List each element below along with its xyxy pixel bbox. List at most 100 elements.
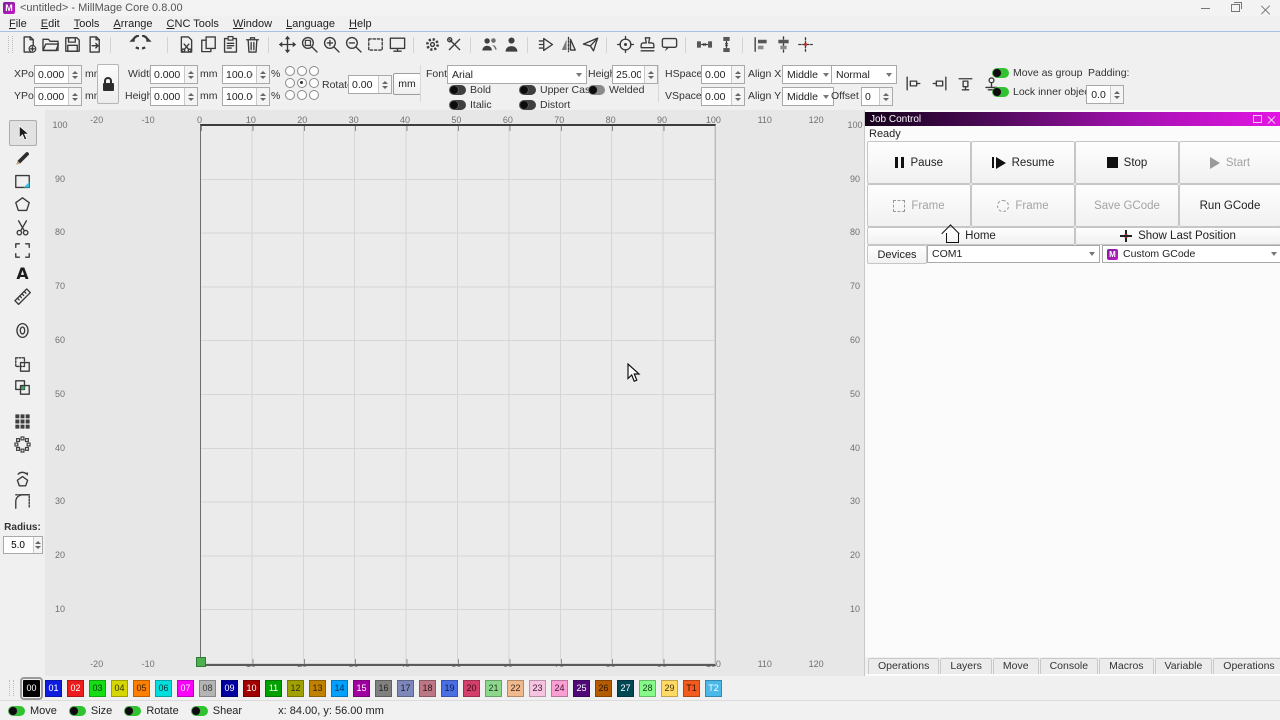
- zoom-in-button[interactable]: [320, 34, 342, 56]
- distribute-h-button[interactable]: [693, 34, 715, 56]
- palette-swatch[interactable]: 06: [155, 680, 172, 697]
- palette-grip[interactable]: [9, 680, 14, 696]
- palette-swatch[interactable]: 08: [199, 680, 216, 697]
- import-file-button[interactable]: [83, 34, 105, 56]
- com-port-select[interactable]: COM1: [927, 245, 1100, 263]
- boolean-tool[interactable]: [11, 377, 35, 398]
- palette-swatch[interactable]: 26: [595, 680, 612, 697]
- position-cross-button[interactable]: [794, 34, 816, 56]
- palette-swatch[interactable]: 16: [375, 680, 392, 697]
- welded-toggle[interactable]: [588, 85, 605, 95]
- panel-tab[interactable]: Operations: [868, 658, 939, 674]
- zoom-selection-button[interactable]: [298, 34, 320, 56]
- menu-item[interactable]: CNC Tools: [160, 18, 226, 30]
- distribute-v-button[interactable]: [715, 34, 737, 56]
- palette-swatch[interactable]: 29: [661, 680, 678, 697]
- font-select[interactable]: Arial: [447, 65, 587, 84]
- undo-button[interactable]: [118, 34, 140, 56]
- bold-toggle[interactable]: [449, 85, 466, 95]
- menu-item[interactable]: Window: [226, 18, 279, 30]
- palette-swatch[interactable]: 00: [23, 680, 40, 697]
- origin-button[interactable]: [614, 34, 636, 56]
- show-last-position-button[interactable]: Show Last Position: [1075, 227, 1280, 245]
- measure-tool[interactable]: [11, 286, 35, 307]
- status-toggle-item[interactable]: Rotate: [124, 705, 178, 717]
- palette-swatch[interactable]: 27: [617, 680, 634, 697]
- panel-tab[interactable]: Operations Library: [1213, 658, 1280, 674]
- grid-array-tool[interactable]: [11, 411, 35, 432]
- ungroup-button[interactable]: [500, 34, 522, 56]
- panel-close-icon[interactable]: [1267, 115, 1275, 123]
- palette-swatch[interactable]: 18: [419, 680, 436, 697]
- height-pct-spinner[interactable]: [256, 88, 269, 105]
- padding-field[interactable]: [1086, 85, 1124, 104]
- copy-button[interactable]: [197, 34, 219, 56]
- palette-swatch[interactable]: 24: [551, 680, 568, 697]
- panel-tab[interactable]: Move: [993, 658, 1039, 674]
- design-canvas[interactable]: -20-100102030405060708090100110120 -20-1…: [45, 110, 864, 676]
- stop-button[interactable]: Stop: [1075, 141, 1179, 184]
- push-left-button[interactable]: [903, 73, 923, 93]
- alignx-select[interactable]: Middle: [782, 65, 834, 84]
- paste-button[interactable]: [219, 34, 241, 56]
- menu-item[interactable]: Help: [342, 18, 379, 30]
- vspace-spinner[interactable]: [731, 88, 744, 105]
- menu-item[interactable]: Tools: [67, 18, 107, 30]
- devices-button[interactable]: Devices: [867, 245, 927, 264]
- work-area[interactable]: [200, 124, 716, 666]
- radius-spinner[interactable]: [33, 537, 42, 553]
- palette-swatch[interactable]: 25: [573, 680, 590, 697]
- node-edit-tool[interactable]: [11, 217, 35, 238]
- rotate-field[interactable]: [348, 75, 392, 94]
- palette-swatch[interactable]: 01: [45, 680, 62, 697]
- palette-swatch[interactable]: 11: [265, 680, 282, 697]
- redo-button[interactable]: [140, 34, 162, 56]
- menu-item[interactable]: Edit: [34, 18, 67, 30]
- offset-spinner[interactable]: [879, 88, 892, 105]
- frame-rect-button[interactable]: Frame: [867, 184, 971, 227]
- corner-radius-tool[interactable]: [11, 491, 35, 512]
- anchor-grid[interactable]: [285, 66, 317, 98]
- italic-toggle[interactable]: [449, 100, 466, 110]
- cut-button[interactable]: [175, 34, 197, 56]
- width-spinner[interactable]: [184, 66, 197, 83]
- distort-toggle[interactable]: [519, 100, 536, 110]
- palette-swatch[interactable]: 23: [529, 680, 546, 697]
- menu-item[interactable]: File: [2, 18, 34, 30]
- palette-swatch[interactable]: 03: [89, 680, 106, 697]
- zoom-out-button[interactable]: [342, 34, 364, 56]
- save-file-button[interactable]: [61, 34, 83, 56]
- palette-swatch[interactable]: 13: [309, 680, 326, 697]
- height-spinner[interactable]: [184, 88, 197, 105]
- job-control-titlebar[interactable]: Job Control: [865, 112, 1280, 126]
- save-gcode-button[interactable]: Save GCode: [1075, 184, 1179, 227]
- palette-swatch[interactable]: 19: [441, 680, 458, 697]
- width-pct-field[interactable]: [222, 65, 270, 84]
- menu-item[interactable]: Arrange: [106, 18, 159, 30]
- group-button[interactable]: [478, 34, 500, 56]
- palette-swatch[interactable]: 10: [243, 680, 260, 697]
- palette-swatch[interactable]: 04: [111, 680, 128, 697]
- select-tool[interactable]: [9, 120, 37, 146]
- panel-tab[interactable]: Variable Text: [1155, 658, 1213, 674]
- rotate-spinner[interactable]: [378, 76, 391, 93]
- new-file-button[interactable]: [17, 34, 39, 56]
- draw-tool[interactable]: [11, 148, 35, 169]
- move-button[interactable]: [276, 34, 298, 56]
- status-toggle-item[interactable]: Shear: [191, 705, 242, 717]
- offset-tool[interactable]: [11, 320, 35, 341]
- palette-swatch[interactable]: 09: [221, 680, 238, 697]
- machine-tools-button[interactable]: [443, 34, 465, 56]
- hspace-field[interactable]: [701, 65, 745, 84]
- height-pct-field[interactable]: [222, 87, 270, 106]
- delete-button[interactable]: [241, 34, 263, 56]
- close-button[interactable]: [1250, 0, 1280, 16]
- height-field[interactable]: [150, 87, 198, 106]
- toolbar-grip[interactable]: [8, 36, 13, 54]
- frame-tool[interactable]: [11, 240, 35, 261]
- padding-spinner[interactable]: [1110, 86, 1123, 103]
- start-button[interactable]: Start: [1179, 141, 1280, 184]
- palette-swatch[interactable]: 12: [287, 680, 304, 697]
- mirror-button[interactable]: [557, 34, 579, 56]
- xpos-field[interactable]: [34, 65, 82, 84]
